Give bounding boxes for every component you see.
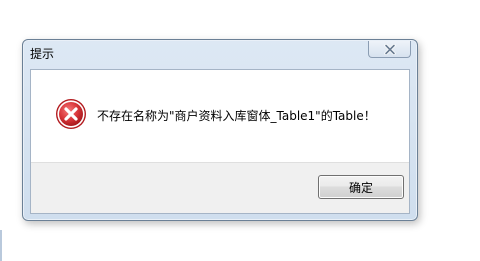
- message-dialog: 提示 不存在名称为"商户资料入库窗体_Table1"的Table！ 确定: [22, 39, 418, 221]
- error-icon: [55, 98, 87, 130]
- message-area: 不存在名称为"商户资料入库窗体_Table1"的Table！: [31, 70, 409, 162]
- error-message: 不存在名称为"商户资料入库窗体_Table1"的Table！: [97, 109, 376, 123]
- close-icon: [383, 43, 396, 55]
- title-bar[interactable]: 提示: [23, 40, 417, 66]
- background-window-edge: [0, 230, 2, 261]
- ok-button[interactable]: 确定: [318, 175, 404, 199]
- dialog-title: 提示: [30, 47, 55, 61]
- dialog-client-area: 不存在名称为"商户资料入库窗体_Table1"的Table！ 确定: [30, 69, 410, 214]
- screen: 提示 不存在名称为"商户资料入库窗体_Table1"的Table！ 确定: [0, 0, 480, 261]
- button-bar: 确定: [31, 162, 409, 213]
- close-button[interactable]: [368, 41, 411, 58]
